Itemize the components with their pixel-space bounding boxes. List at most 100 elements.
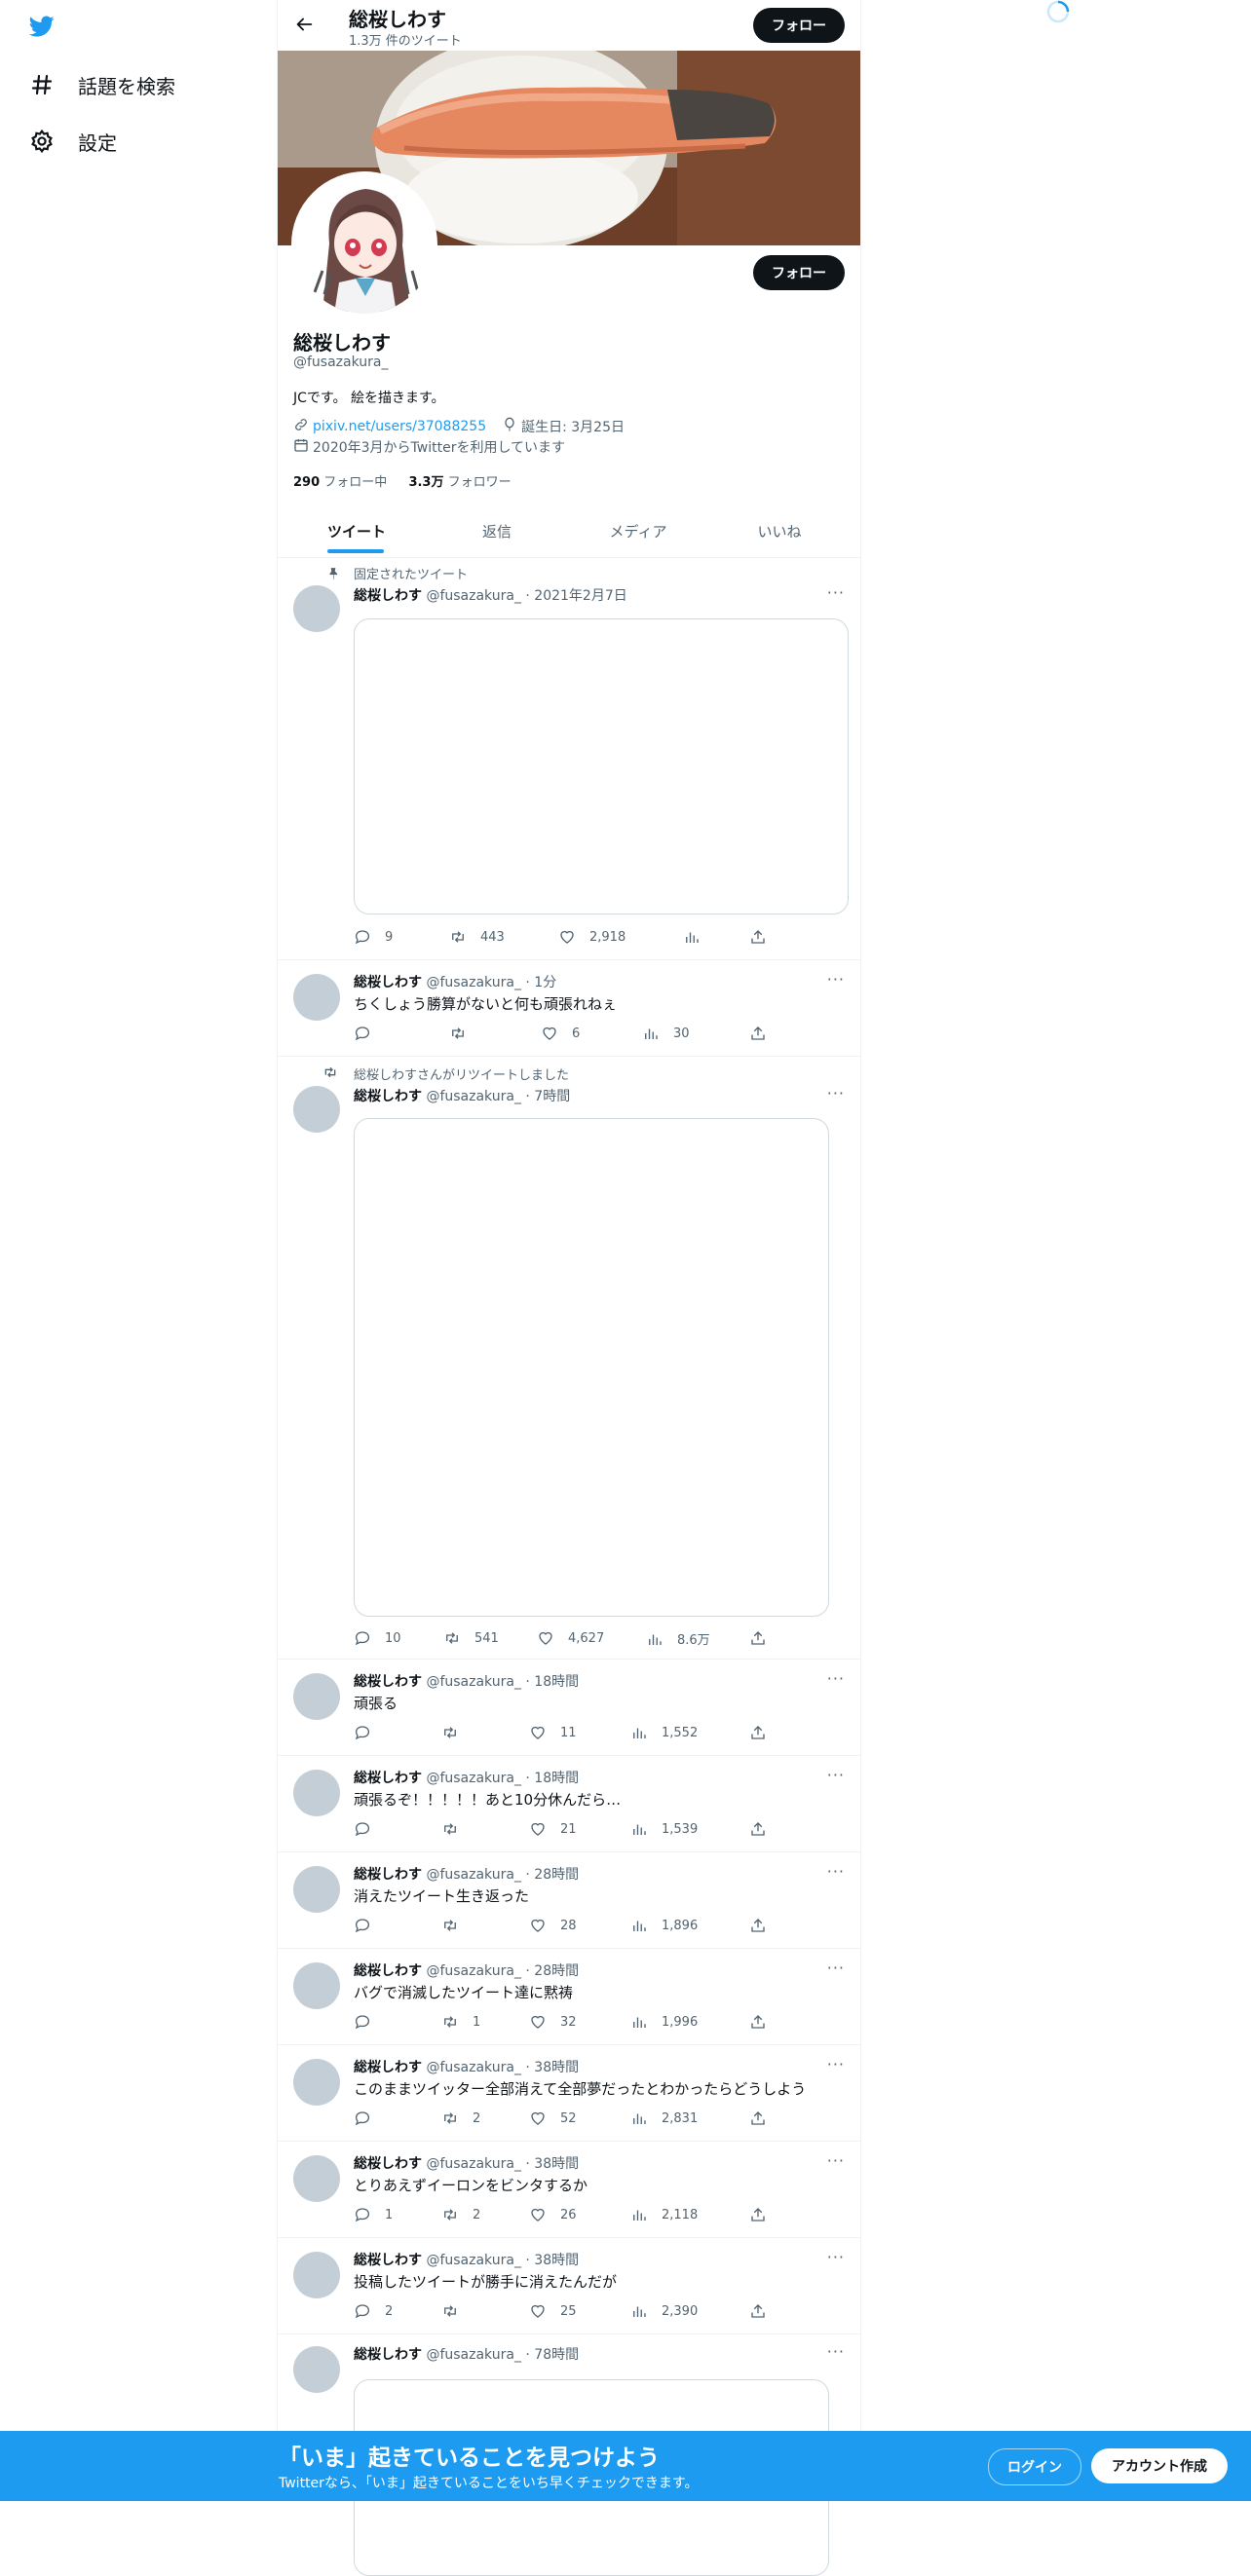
tweet-author[interactable]: 総桜しわす bbox=[354, 588, 422, 604]
reply-button[interactable] bbox=[354, 1025, 385, 1042]
tweet-avatar[interactable] bbox=[293, 585, 340, 632]
header-follow-button[interactable]: フォロー bbox=[753, 8, 845, 43]
more-options-icon[interactable]: ··· bbox=[827, 2151, 845, 2170]
tweet[interactable]: 総桜しわす @fusazakura_ · 1分 ··· ちくしょう勝算がないと何… bbox=[278, 960, 860, 1057]
tweet-author[interactable]: 総桜しわす bbox=[354, 2347, 422, 2363]
more-options-icon[interactable]: ··· bbox=[827, 2248, 845, 2266]
share-button[interactable] bbox=[749, 2013, 767, 2031]
retweet-label[interactable]: 総桜しわすさんがリツイートしました bbox=[354, 1064, 569, 1083]
reply-button[interactable]: 9 bbox=[354, 928, 393, 946]
tab-replies[interactable]: 返信 bbox=[434, 508, 560, 553]
views-button[interactable]: 1,896 bbox=[630, 1917, 698, 1934]
tweet-author[interactable]: 総桜しわす bbox=[354, 1771, 422, 1786]
share-button[interactable] bbox=[749, 1820, 767, 1838]
share-button[interactable] bbox=[749, 2109, 767, 2127]
tweet-media[interactable] bbox=[354, 1118, 829, 1617]
tweet-avatar[interactable] bbox=[293, 1673, 340, 1720]
login-button[interactable]: ログイン bbox=[988, 2448, 1081, 2485]
tweet-avatar[interactable] bbox=[293, 1866, 340, 1913]
more-options-icon[interactable]: ··· bbox=[827, 1669, 845, 1688]
twitter-logo-icon[interactable] bbox=[27, 14, 60, 41]
retweet-button[interactable] bbox=[441, 2302, 473, 2320]
back-arrow-icon[interactable] bbox=[293, 14, 317, 37]
views-button[interactable]: 1,539 bbox=[630, 1820, 698, 1838]
views-button[interactable]: 2,118 bbox=[630, 2206, 698, 2223]
tweet-author[interactable]: 総桜しわす bbox=[354, 2253, 422, 2268]
share-button[interactable] bbox=[749, 2302, 767, 2320]
share-button[interactable] bbox=[749, 2206, 767, 2223]
like-button[interactable]: 28 bbox=[529, 1917, 577, 1934]
retweet-button[interactable]: 2 bbox=[441, 2206, 480, 2223]
nav-settings[interactable]: 設定 bbox=[27, 127, 117, 156]
tweet-avatar[interactable] bbox=[293, 1770, 340, 1816]
tab-media[interactable]: メディア bbox=[575, 508, 701, 553]
tweet-author[interactable]: 総桜しわす bbox=[354, 1089, 422, 1104]
tweet[interactable]: 総桜しわす @fusazakura_ · 28時間 ··· バグで消滅したツイート達… bbox=[278, 1949, 860, 2045]
share-button[interactable] bbox=[749, 928, 767, 946]
more-options-icon[interactable]: ··· bbox=[827, 970, 845, 989]
retweet-button[interactable]: 541 bbox=[443, 1629, 499, 1647]
tweet[interactable]: 総桜しわす @fusazakura_ · 38時間 ··· このままツイッター全部消… bbox=[278, 2045, 860, 2142]
views-button[interactable]: 2,831 bbox=[630, 2109, 698, 2127]
like-button[interactable]: 26 bbox=[529, 2206, 577, 2223]
more-options-icon[interactable]: ··· bbox=[827, 2055, 845, 2073]
tweet-avatar[interactable] bbox=[293, 2059, 340, 2106]
tweet-avatar[interactable] bbox=[293, 1962, 340, 2009]
tab-tweets[interactable]: ツイート bbox=[293, 508, 420, 553]
tweet[interactable]: 総桜しわす @fusazakura_ · 18時間 ··· 頑張る 11 1,552 bbox=[278, 1660, 860, 1756]
views-button[interactable]: 2,390 bbox=[630, 2302, 698, 2320]
tweet-avatar[interactable] bbox=[293, 2346, 340, 2393]
views-button[interactable]: 30 bbox=[642, 1025, 690, 1042]
retweet-button[interactable] bbox=[441, 1724, 473, 1741]
more-options-icon[interactable]: ··· bbox=[827, 1084, 845, 1102]
like-button[interactable]: 11 bbox=[529, 1724, 577, 1741]
tweet[interactable]: 総桜しわす @fusazakura_ · 28時間 ··· 消えたツイート生き返った… bbox=[278, 1852, 860, 1949]
views-button[interactable] bbox=[683, 928, 714, 946]
reply-button[interactable]: 2 bbox=[354, 2302, 393, 2320]
tweet-pinned[interactable]: 固定されたツイート 総桜しわす @fusazakura_ · 2021年2月7日… bbox=[278, 558, 860, 960]
like-button[interactable]: 4,627 bbox=[537, 1629, 604, 1647]
nav-explore[interactable]: 話題を検索 bbox=[27, 70, 175, 99]
reply-button[interactable] bbox=[354, 2013, 385, 2031]
reply-button[interactable]: 10 bbox=[354, 1629, 401, 1647]
tweet-avatar[interactable] bbox=[293, 2155, 340, 2202]
like-button[interactable]: 25 bbox=[529, 2302, 577, 2320]
reply-button[interactable] bbox=[354, 2109, 385, 2127]
tweet-author[interactable]: 総桜しわす bbox=[354, 1674, 422, 1690]
followers-stat[interactable]: 3.3万 フォロワー bbox=[408, 475, 511, 490]
share-button[interactable] bbox=[749, 1917, 767, 1934]
profile-avatar[interactable] bbox=[291, 171, 437, 317]
tweet-author[interactable]: 総桜しわす bbox=[354, 2060, 422, 2075]
tweet[interactable]: 総桜しわす @fusazakura_ · 38時間 ··· とりあえずイーロンをビン… bbox=[278, 2142, 860, 2238]
share-button[interactable] bbox=[749, 1629, 767, 1647]
reply-button[interactable]: 1 bbox=[354, 2206, 393, 2223]
like-button[interactable]: 21 bbox=[529, 1820, 577, 1838]
profile-link[interactable]: pixiv.net/users/37088255 bbox=[313, 419, 486, 434]
like-button[interactable]: 2,918 bbox=[558, 928, 626, 946]
tweet-media[interactable] bbox=[354, 618, 849, 915]
tweet-author[interactable]: 総桜しわす bbox=[354, 1867, 422, 1883]
like-button[interactable]: 32 bbox=[529, 2013, 577, 2031]
more-options-icon[interactable]: ··· bbox=[827, 1959, 845, 1977]
views-button[interactable]: 8.6万 bbox=[646, 1629, 710, 1648]
tweet[interactable]: 総桜しわす @fusazakura_ · 38時間 ··· 投稿したツイートが勝手に… bbox=[278, 2238, 860, 2334]
tab-likes[interactable]: いいね bbox=[716, 508, 843, 553]
reply-button[interactable] bbox=[354, 1820, 385, 1838]
like-button[interactable]: 52 bbox=[529, 2109, 577, 2127]
more-options-icon[interactable]: ··· bbox=[827, 1862, 845, 1881]
tweet[interactable]: 総桜しわす @fusazakura_ · 18時間 ··· 頑張るぞ！！！！！あと1… bbox=[278, 1756, 860, 1852]
profile-follow-button[interactable]: フォロー bbox=[753, 255, 845, 290]
views-button[interactable]: 1,552 bbox=[630, 1724, 698, 1741]
retweet-button[interactable] bbox=[441, 1820, 473, 1838]
signup-button[interactable]: アカウント作成 bbox=[1091, 2448, 1228, 2483]
tweet-avatar[interactable] bbox=[293, 974, 340, 1021]
tweet-retweeted[interactable]: 総桜しわすさんがリツイートしました 総桜しわす @fusazakura_ · 7… bbox=[278, 1057, 860, 1660]
reply-button[interactable] bbox=[354, 1724, 385, 1741]
more-options-icon[interactable]: ··· bbox=[827, 1766, 845, 1784]
more-options-icon[interactable]: ··· bbox=[827, 2342, 845, 2361]
retweet-button[interactable]: 2 bbox=[441, 2109, 480, 2127]
retweet-button[interactable] bbox=[441, 1917, 473, 1934]
following-stat[interactable]: 290 フォロー中 bbox=[293, 475, 387, 490]
share-button[interactable] bbox=[749, 1724, 767, 1741]
tweet-avatar[interactable] bbox=[293, 1086, 340, 1133]
